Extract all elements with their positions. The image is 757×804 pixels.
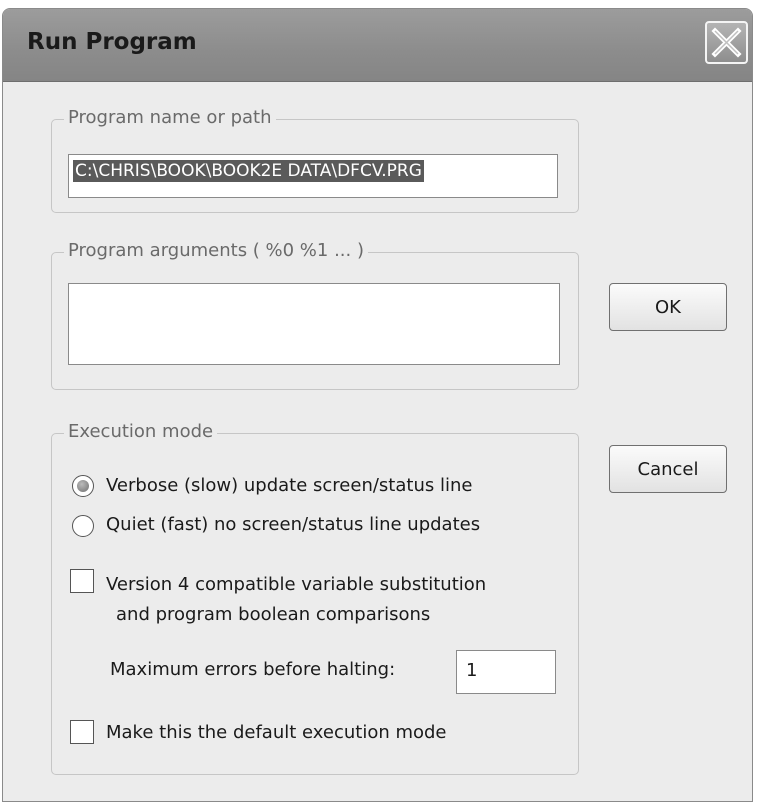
program-name-legend: Program name or path (64, 107, 276, 128)
verbose-radio[interactable] (72, 475, 94, 497)
verbose-radio-label[interactable]: Verbose (slow) update screen/status line (106, 475, 472, 496)
default-mode-label[interactable]: Make this the default execution mode (106, 722, 447, 743)
run-program-dialog: Run Program Program name or path C:\CHRI… (2, 8, 753, 802)
program-path-value: C:\CHRIS\BOOK\BOOK2E DATA\DFCV.PRG (73, 160, 424, 182)
close-x-icon (711, 27, 742, 58)
version4-compat-label-line1[interactable]: Version 4 compatible variable substituti… (106, 574, 486, 595)
program-path-input[interactable]: C:\CHRIS\BOOK\BOOK2E DATA\DFCV.PRG (68, 154, 558, 198)
radio-selected-dot (77, 480, 89, 492)
program-name-group: Program name or path C:\CHRIS\BOOK\BOOK2… (51, 107, 579, 213)
quiet-radio[interactable] (72, 515, 94, 537)
close-button[interactable] (705, 21, 748, 64)
cancel-button[interactable]: Cancel (609, 445, 727, 493)
title-bar[interactable]: Run Program (3, 9, 752, 82)
program-arguments-input[interactable] (68, 283, 560, 365)
program-arguments-group: Program arguments ( %0 %1 ... ) (51, 240, 579, 390)
dialog-title: Run Program (27, 29, 197, 55)
default-mode-checkbox[interactable] (70, 720, 94, 744)
execution-mode-legend: Execution mode (64, 421, 218, 442)
execution-mode-group: Execution mode Verbose (slow) update scr… (51, 421, 579, 775)
max-errors-input[interactable]: 1 (456, 650, 556, 694)
version4-compat-label-line2[interactable]: and program boolean comparisons (116, 604, 430, 625)
max-errors-label: Maximum errors before halting: (110, 659, 396, 680)
quiet-radio-label[interactable]: Quiet (fast) no screen/status line updat… (106, 514, 480, 535)
version4-compat-checkbox[interactable] (70, 569, 94, 593)
ok-button[interactable]: OK (609, 283, 727, 331)
program-arguments-legend: Program arguments ( %0 %1 ... ) (64, 240, 368, 261)
